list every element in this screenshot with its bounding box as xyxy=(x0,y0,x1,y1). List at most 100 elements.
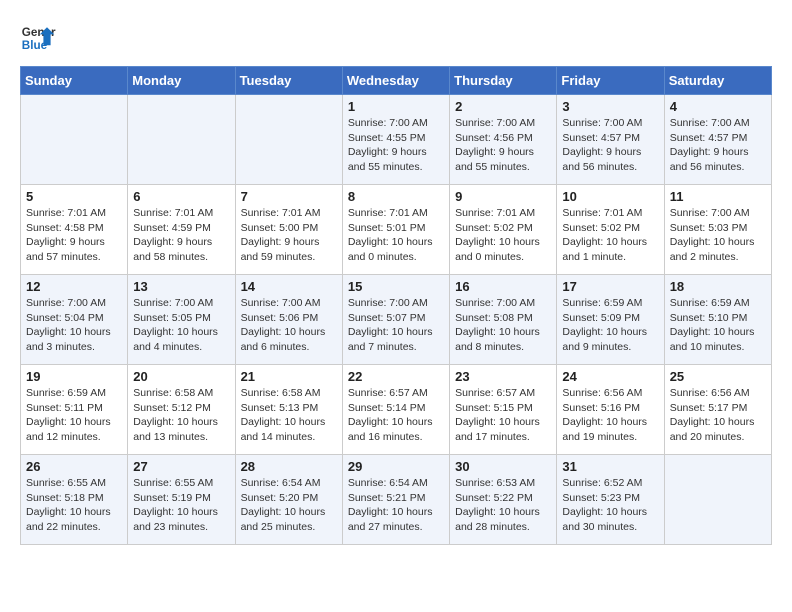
day-info: Sunrise: 7:00 AMSunset: 4:57 PMDaylight:… xyxy=(562,116,658,175)
weekday-header-sunday: Sunday xyxy=(21,67,128,95)
day-info: Sunrise: 7:01 AMSunset: 4:59 PMDaylight:… xyxy=(133,206,229,265)
day-info: Sunrise: 6:59 AMSunset: 5:09 PMDaylight:… xyxy=(562,296,658,355)
weekday-header-monday: Monday xyxy=(128,67,235,95)
day-number: 16 xyxy=(455,279,551,294)
calendar-cell: 10 Sunrise: 7:01 AMSunset: 5:02 PMDayligh… xyxy=(557,185,664,275)
day-info: Sunrise: 6:54 AMSunset: 5:21 PMDaylight:… xyxy=(348,476,444,535)
day-info: Sunrise: 7:00 AMSunset: 4:57 PMDaylight:… xyxy=(670,116,766,175)
day-number: 2 xyxy=(455,99,551,114)
day-number: 31 xyxy=(562,459,658,474)
weekday-header-friday: Friday xyxy=(557,67,664,95)
weekday-row: SundayMondayTuesdayWednesdayThursdayFrid… xyxy=(21,67,772,95)
day-number: 15 xyxy=(348,279,444,294)
day-number: 11 xyxy=(670,189,766,204)
calendar-cell: 24Sunrise: 6:56 AMSunset: 5:16 PMDayligh… xyxy=(557,365,664,455)
day-info: Sunrise: 7:00 AMSunset: 5:08 PMDaylight:… xyxy=(455,296,551,355)
calendar-cell xyxy=(128,95,235,185)
calendar-cell: 30Sunrise: 6:53 AMSunset: 5:22 PMDayligh… xyxy=(450,455,557,545)
calendar-cell: 28 Sunrise: 6:54 AMSunset: 5:20 PMDayligh… xyxy=(235,455,342,545)
day-number: 12 xyxy=(26,279,122,294)
day-number: 13 xyxy=(133,279,229,294)
day-number: 28 xyxy=(241,459,337,474)
calendar-cell: 22Sunrise: 6:57 AMSunset: 5:14 PMDayligh… xyxy=(342,365,449,455)
calendar-week-4: 19Sunrise: 6:59 AMSunset: 5:11 PMDayligh… xyxy=(21,365,772,455)
calendar-cell: 16 Sunrise: 7:00 AMSunset: 5:08 PMDayligh… xyxy=(450,275,557,365)
day-number: 21 xyxy=(241,369,337,384)
day-info: Sunrise: 6:56 AMSunset: 5:17 PMDaylight:… xyxy=(670,386,766,445)
day-number: 19 xyxy=(26,369,122,384)
day-info: Sunrise: 6:55 AMSunset: 5:18 PMDaylight:… xyxy=(26,476,122,535)
calendar-cell: 4 Sunrise: 7:00 AMSunset: 4:57 PMDaylight… xyxy=(664,95,771,185)
calendar-table: SundayMondayTuesdayWednesdayThursdayFrid… xyxy=(20,66,772,545)
day-number: 6 xyxy=(133,189,229,204)
calendar-cell: 5Sunrise: 7:01 AMSunset: 4:58 PMDaylight… xyxy=(21,185,128,275)
day-info: Sunrise: 7:01 AMSunset: 5:02 PMDaylight:… xyxy=(562,206,658,265)
day-info: Sunrise: 7:00 AMSunset: 5:06 PMDaylight:… xyxy=(241,296,337,355)
day-number: 23 xyxy=(455,369,551,384)
day-info: Sunrise: 6:53 AMSunset: 5:22 PMDaylight:… xyxy=(455,476,551,535)
day-info: Sunrise: 7:01 AMSunset: 5:02 PMDaylight:… xyxy=(455,206,551,265)
calendar-cell: 26 Sunrise: 6:55 AMSunset: 5:18 PMDayligh… xyxy=(21,455,128,545)
day-info: Sunrise: 7:01 AMSunset: 4:58 PMDaylight:… xyxy=(26,206,122,265)
calendar-cell: 21 Sunrise: 6:58 AMSunset: 5:13 PMDayligh… xyxy=(235,365,342,455)
day-info: Sunrise: 7:00 AMSunset: 5:05 PMDaylight:… xyxy=(133,296,229,355)
calendar-cell: 2 Sunrise: 7:00 AMSunset: 4:56 PMDaylight… xyxy=(450,95,557,185)
calendar-cell: 8 Sunrise: 7:01 AMSunset: 5:01 PMDaylight… xyxy=(342,185,449,275)
day-info: Sunrise: 6:58 AMSunset: 5:12 PMDaylight:… xyxy=(133,386,229,445)
day-number: 29 xyxy=(348,459,444,474)
calendar-cell: 14 Sunrise: 7:00 AMSunset: 5:06 PMDayligh… xyxy=(235,275,342,365)
day-info: Sunrise: 6:57 AMSunset: 5:15 PMDaylight:… xyxy=(455,386,551,445)
calendar-cell: 27 Sunrise: 6:55 AMSunset: 5:19 PMDayligh… xyxy=(128,455,235,545)
calendar-cell: 19Sunrise: 6:59 AMSunset: 5:11 PMDayligh… xyxy=(21,365,128,455)
day-number: 20 xyxy=(133,369,229,384)
day-number: 22 xyxy=(348,369,444,384)
day-info: Sunrise: 6:58 AMSunset: 5:13 PMDaylight:… xyxy=(241,386,337,445)
day-number: 18 xyxy=(670,279,766,294)
day-info: Sunrise: 7:00 AMSunset: 4:55 PMDaylight:… xyxy=(348,116,444,175)
calendar-body: 1 Sunrise: 7:00 AMSunset: 4:55 PMDaylight… xyxy=(21,95,772,545)
day-info: Sunrise: 7:00 AMSunset: 5:07 PMDaylight:… xyxy=(348,296,444,355)
calendar-cell: 6 Sunrise: 7:01 AMSunset: 4:59 PMDaylight… xyxy=(128,185,235,275)
calendar-header: SundayMondayTuesdayWednesdayThursdayFrid… xyxy=(21,67,772,95)
calendar-week-1: 1 Sunrise: 7:00 AMSunset: 4:55 PMDaylight… xyxy=(21,95,772,185)
day-number: 7 xyxy=(241,189,337,204)
calendar-cell: 18Sunrise: 6:59 AMSunset: 5:10 PMDayligh… xyxy=(664,275,771,365)
day-number: 9 xyxy=(455,189,551,204)
calendar-cell: 9 Sunrise: 7:01 AMSunset: 5:02 PMDaylight… xyxy=(450,185,557,275)
day-info: Sunrise: 7:00 AMSunset: 4:56 PMDaylight:… xyxy=(455,116,551,175)
weekday-header-tuesday: Tuesday xyxy=(235,67,342,95)
calendar-cell: 3 Sunrise: 7:00 AMSunset: 4:57 PMDaylight… xyxy=(557,95,664,185)
day-number: 1 xyxy=(348,99,444,114)
calendar-cell: 25Sunrise: 6:56 AMSunset: 5:17 PMDayligh… xyxy=(664,365,771,455)
day-info: Sunrise: 7:01 AMSunset: 5:00 PMDaylight:… xyxy=(241,206,337,265)
day-number: 8 xyxy=(348,189,444,204)
day-info: Sunrise: 6:54 AMSunset: 5:20 PMDaylight:… xyxy=(241,476,337,535)
day-number: 27 xyxy=(133,459,229,474)
day-number: 24 xyxy=(562,369,658,384)
calendar-week-5: 26 Sunrise: 6:55 AMSunset: 5:18 PMDayligh… xyxy=(21,455,772,545)
day-info: Sunrise: 6:52 AMSunset: 5:23 PMDaylight:… xyxy=(562,476,658,535)
calendar-cell xyxy=(21,95,128,185)
weekday-header-saturday: Saturday xyxy=(664,67,771,95)
logo-icon: General Blue xyxy=(20,20,56,56)
calendar-cell: 17Sunrise: 6:59 AMSunset: 5:09 PMDayligh… xyxy=(557,275,664,365)
day-number: 4 xyxy=(670,99,766,114)
logo: General Blue xyxy=(20,20,56,56)
day-number: 26 xyxy=(26,459,122,474)
calendar-cell: 29 Sunrise: 6:54 AMSunset: 5:21 PMDayligh… xyxy=(342,455,449,545)
calendar-cell: 20 Sunrise: 6:58 AMSunset: 5:12 PMDayligh… xyxy=(128,365,235,455)
calendar-week-3: 12 Sunrise: 7:00 AMSunset: 5:04 PMDayligh… xyxy=(21,275,772,365)
day-info: Sunrise: 7:01 AMSunset: 5:01 PMDaylight:… xyxy=(348,206,444,265)
calendar-week-2: 5Sunrise: 7:01 AMSunset: 4:58 PMDaylight… xyxy=(21,185,772,275)
page-header: General Blue xyxy=(20,20,772,56)
calendar-cell xyxy=(664,455,771,545)
calendar-cell: 15 Sunrise: 7:00 AMSunset: 5:07 PMDayligh… xyxy=(342,275,449,365)
calendar-cell: 23 Sunrise: 6:57 AMSunset: 5:15 PMDayligh… xyxy=(450,365,557,455)
day-number: 14 xyxy=(241,279,337,294)
calendar-cell: 13 Sunrise: 7:00 AMSunset: 5:05 PMDayligh… xyxy=(128,275,235,365)
day-number: 3 xyxy=(562,99,658,114)
day-number: 10 xyxy=(562,189,658,204)
weekday-header-thursday: Thursday xyxy=(450,67,557,95)
day-info: Sunrise: 6:55 AMSunset: 5:19 PMDaylight:… xyxy=(133,476,229,535)
day-info: Sunrise: 7:00 AMSunset: 5:04 PMDaylight:… xyxy=(26,296,122,355)
